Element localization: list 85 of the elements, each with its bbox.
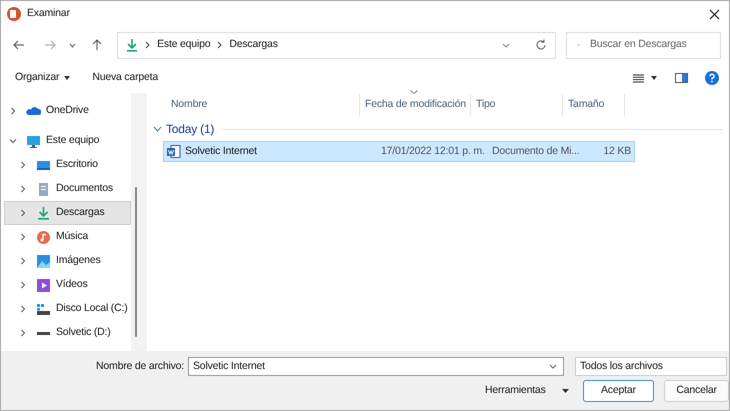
expand-chevron-icon[interactable] — [9, 107, 17, 115]
group-header[interactable]: Today (1) — [150, 118, 729, 140]
drive-icon — [36, 330, 51, 336]
search-input[interactable]: Buscar en Descargas — [590, 37, 710, 53]
back-arrow-icon — [12, 40, 25, 50]
new-folder-button[interactable]: Nueva carpeta — [92, 70, 158, 86]
picture-icon — [36, 254, 51, 268]
tree-item-label: Música — [56, 229, 88, 244]
download-icon — [36, 206, 51, 220]
tree-item[interactable]: Vídeos — [4, 273, 131, 297]
tree-item[interactable]: Documentos — [4, 177, 131, 201]
caret-icon — [562, 389, 569, 393]
expand-chevron-icon[interactable] — [19, 161, 27, 169]
monitor-icon — [26, 134, 41, 148]
expand-chevron-icon[interactable] — [19, 185, 27, 193]
breadcrumb[interactable]: Descargas — [229, 37, 278, 53]
tree-item-label: Este equipo — [46, 133, 100, 148]
tree-item[interactable]: Imágenes — [4, 249, 131, 273]
file-name: Solvetic Internet — [185, 144, 258, 159]
size-cell-text: 12 KB — [602, 144, 631, 159]
tree-item-label: Escritorio — [56, 157, 98, 172]
tree-item-label: Descargas — [56, 205, 104, 220]
music-icon — [36, 230, 51, 244]
date-cell-text: 17/01/2022 12:01 p. m. — [380, 144, 486, 159]
document-icon — [36, 182, 51, 196]
tree-item-label: Solvetic (D:) — [56, 325, 111, 340]
chevron-icon — [145, 41, 150, 49]
column-header[interactable]: Fecha de modificación — [360, 94, 471, 116]
chevron-icon — [217, 41, 222, 49]
column-header[interactable]: Nombre — [153, 94, 360, 116]
video-icon — [36, 278, 51, 292]
tools-menu-button[interactable]: Herramientas — [485, 380, 569, 402]
chevron-down-icon — [69, 42, 76, 48]
expand-chevron-icon[interactable] — [19, 281, 27, 289]
app-icon — [7, 7, 21, 21]
close-icon — [708, 8, 720, 20]
organize-menu-button[interactable]: Organizar — [15, 70, 70, 86]
tree-item[interactable]: Música — [4, 225, 131, 249]
file-row[interactable]: Solvetic Internet 17/01/2022 12:01 p. m. Documento de Mi... 12 KB — [163, 141, 635, 162]
refresh-icon[interactable] — [535, 39, 547, 51]
scrollbar-thumb[interactable] — [135, 187, 137, 337]
download-icon — [126, 38, 138, 52]
history-dropdown-icon[interactable] — [502, 42, 510, 48]
tree-item[interactable]: OneDrive — [4, 99, 131, 123]
tree-item-label: Vídeos — [56, 277, 88, 292]
collapse-chevron-icon[interactable] — [9, 137, 17, 145]
expand-chevron-icon[interactable] — [19, 233, 27, 241]
search-field[interactable]: Buscar en Descargas — [566, 32, 721, 58]
view-options-button[interactable] — [633, 74, 657, 82]
caret-icon — [651, 76, 657, 80]
word-document-icon — [167, 145, 181, 158]
tree-item-label: OneDrive — [46, 103, 89, 118]
cancel-button[interactable]: Cancelar — [664, 380, 729, 402]
help-icon[interactable] — [705, 71, 719, 85]
window-title: Examinar — [27, 6, 70, 22]
caret-icon — [64, 76, 70, 80]
tree-item-label: Documentos — [56, 181, 113, 196]
tree-item-label: Disco Local (C:) — [56, 301, 128, 316]
list-view-icon — [633, 74, 644, 82]
tree-item-label: Imágenes — [56, 253, 101, 268]
file-type-dropdown[interactable]: Todos los archivos — [575, 357, 727, 376]
tree-item[interactable]: Este equipo — [4, 129, 131, 153]
expand-chevron-icon[interactable] — [19, 257, 27, 265]
column-header[interactable]: Tipo — [471, 94, 563, 116]
address-bar[interactable]: Este equipo Descargas — [117, 32, 556, 58]
sort-indicator-icon — [410, 90, 418, 94]
type-cell-text: Documento de Mi... — [491, 144, 579, 159]
preview-pane-icon[interactable] — [675, 73, 688, 83]
file-name-input[interactable]: Solvetic Internet — [193, 358, 549, 374]
chevron-icon — [153, 126, 162, 132]
file-name-field[interactable]: Solvetic Internet — [188, 357, 564, 376]
breadcrumb[interactable]: Este equipo — [157, 37, 210, 53]
column-header[interactable]: Tamaño — [563, 94, 625, 116]
drive-icon — [36, 302, 51, 316]
tree-item[interactable]: Descargas — [4, 201, 131, 225]
accept-button[interactable]: Aceptar — [582, 380, 654, 402]
expand-chevron-icon[interactable] — [19, 209, 27, 217]
tree-item[interactable]: Escritorio — [4, 153, 131, 177]
expand-chevron-icon[interactable] — [19, 305, 27, 313]
up-arrow-icon — [92, 39, 102, 51]
tree-item[interactable]: Disco Local (C:) — [4, 297, 131, 321]
expand-chevron-icon[interactable] — [19, 329, 27, 337]
forward-arrow-icon — [44, 40, 56, 50]
file-name-label: Nombre de archivo: — [96, 358, 184, 374]
tree-item[interactable]: Solvetic (D:) — [4, 321, 131, 345]
